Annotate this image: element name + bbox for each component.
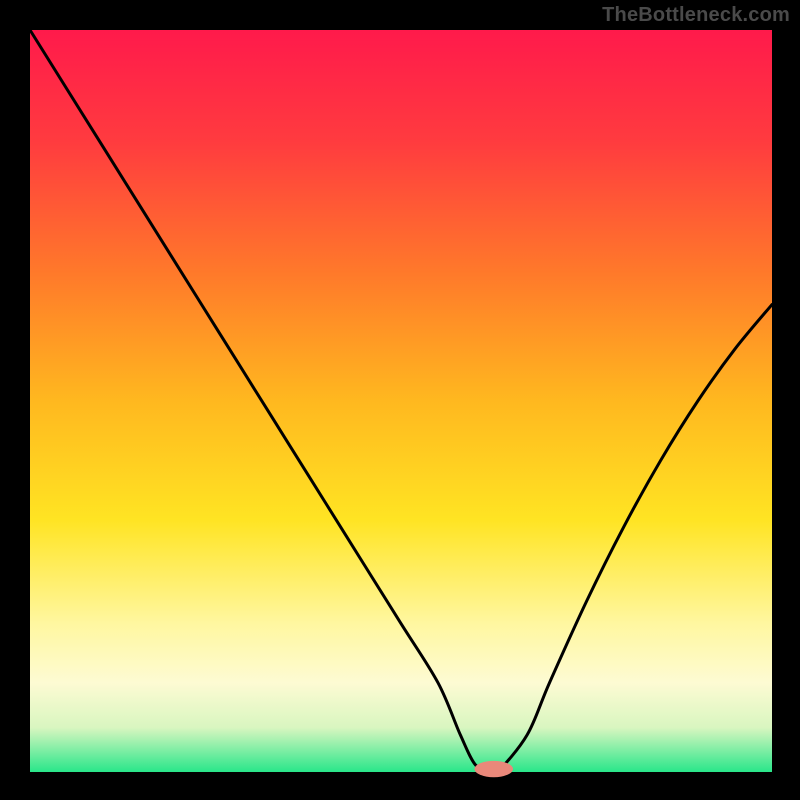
watermark-text: TheBottleneck.com <box>602 4 790 27</box>
minimum-marker <box>474 761 513 777</box>
chart-svg <box>0 0 800 800</box>
plot-background <box>30 30 772 772</box>
bottleneck-chart: TheBottleneck.com <box>0 0 800 800</box>
